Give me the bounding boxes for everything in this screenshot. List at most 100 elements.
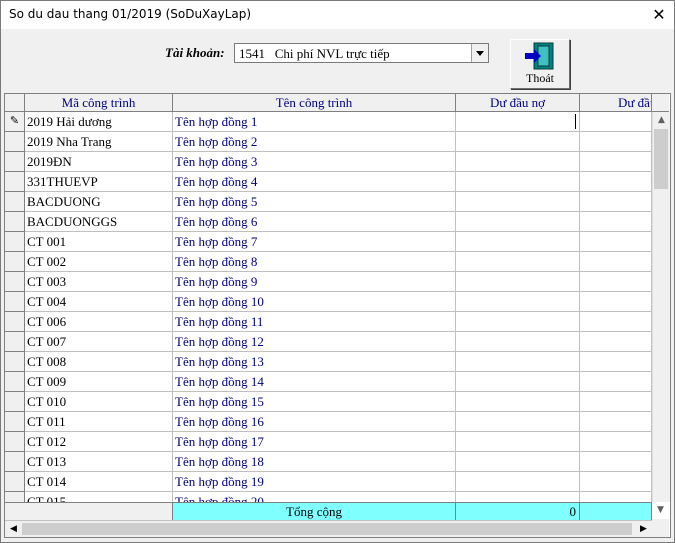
cell-credit[interactable]	[580, 472, 652, 492]
cell-debit[interactable]	[456, 112, 580, 132]
cell-code[interactable]: CT 002	[25, 252, 173, 272]
cell-code[interactable]: CT 006	[25, 312, 173, 332]
chevron-down-icon[interactable]	[471, 44, 488, 62]
cell-name[interactable]: Tên hợp đồng 16	[173, 412, 456, 432]
scroll-right-icon[interactable]: ▶	[635, 521, 652, 537]
cell-code[interactable]: BACDUONGGS	[25, 212, 173, 232]
row-selector[interactable]	[5, 412, 25, 432]
cell-code[interactable]: CT 012	[25, 432, 173, 452]
cell-credit[interactable]	[580, 272, 652, 292]
cell-debit[interactable]	[456, 432, 580, 452]
cell-name[interactable]: Tên hợp đồng 19	[173, 472, 456, 492]
scroll-down-icon[interactable]: ▼	[652, 502, 669, 519]
row-edit-indicator[interactable]: ✎	[5, 112, 25, 132]
table-row[interactable]: CT 003 Tên hợp đồng 9	[5, 272, 652, 292]
cell-code[interactable]: CT 001	[25, 232, 173, 252]
cell-credit[interactable]	[580, 432, 652, 452]
row-selector[interactable]	[5, 172, 25, 192]
cell-code[interactable]: CT 009	[25, 372, 173, 392]
cell-name[interactable]: Tên hợp đồng 6	[173, 212, 456, 232]
cell-debit[interactable]	[456, 152, 580, 172]
cell-credit[interactable]	[580, 112, 652, 132]
cell-debit[interactable]	[456, 372, 580, 392]
cell-code[interactable]: CT 004	[25, 292, 173, 312]
scroll-up-icon[interactable]: ▲	[653, 112, 670, 129]
row-selector[interactable]	[5, 212, 25, 232]
row-selector[interactable]	[5, 352, 25, 372]
cell-name[interactable]: Tên hợp đồng 9	[173, 272, 456, 292]
cell-code[interactable]: 2019 Hải dương	[25, 112, 173, 132]
cell-name[interactable]: Tên hợp đồng 14	[173, 372, 456, 392]
cell-credit[interactable]	[580, 372, 652, 392]
column-header-name[interactable]: Tên công trình	[173, 94, 456, 112]
table-row[interactable]: ✎ 2019 Hải dương Tên hợp đồng 1	[5, 112, 652, 132]
cell-debit[interactable]	[456, 352, 580, 372]
row-selector[interactable]	[5, 312, 25, 332]
cell-credit[interactable]	[580, 412, 652, 432]
row-selector[interactable]	[5, 192, 25, 212]
cell-code[interactable]: CT 008	[25, 352, 173, 372]
row-selector[interactable]	[5, 392, 25, 412]
cell-name[interactable]: Tên hợp đồng 11	[173, 312, 456, 332]
cell-credit[interactable]	[580, 332, 652, 352]
table-row[interactable]: CT 002 Tên hợp đồng 8	[5, 252, 652, 272]
cell-debit[interactable]	[456, 132, 580, 152]
cell-name[interactable]: Tên hợp đồng 2	[173, 132, 456, 152]
cell-name[interactable]: Tên hợp đồng 5	[173, 192, 456, 212]
cell-credit[interactable]	[580, 392, 652, 412]
cell-code[interactable]: CT 007	[25, 332, 173, 352]
cell-code[interactable]: 331THUEVP	[25, 172, 173, 192]
cell-debit[interactable]	[456, 252, 580, 272]
table-row[interactable]: 331THUEVP Tên hợp đồng 4	[5, 172, 652, 192]
table-row[interactable]: CT 012 Tên hợp đồng 17	[5, 432, 652, 452]
column-header-debit[interactable]: Dư đầu nợ	[456, 94, 580, 112]
cell-name[interactable]: Tên hợp đồng 4	[173, 172, 456, 192]
cell-credit[interactable]	[580, 192, 652, 212]
row-selector[interactable]	[5, 272, 25, 292]
close-icon[interactable]: ✕	[644, 1, 674, 29]
row-selector[interactable]	[5, 472, 25, 492]
cell-credit[interactable]	[580, 172, 652, 192]
table-row[interactable]: CT 014 Tên hợp đồng 19	[5, 472, 652, 492]
cell-credit[interactable]	[580, 152, 652, 172]
row-selector[interactable]	[5, 432, 25, 452]
table-row[interactable]: CT 001 Tên hợp đồng 7	[5, 232, 652, 252]
cell-debit[interactable]	[456, 392, 580, 412]
cell-credit[interactable]	[580, 232, 652, 252]
cell-name[interactable]: Tên hợp đồng 1	[173, 112, 456, 132]
cell-code[interactable]: BACDUONG	[25, 192, 173, 212]
cell-name[interactable]: Tên hợp đồng 10	[173, 292, 456, 312]
table-row[interactable]: BACDUONGGS Tên hợp đồng 6	[5, 212, 652, 232]
cell-debit[interactable]	[456, 212, 580, 232]
row-selector[interactable]	[5, 372, 25, 392]
cell-name[interactable]: Tên hợp đồng 13	[173, 352, 456, 372]
row-selector[interactable]	[5, 152, 25, 172]
cell-code[interactable]: 2019 Nha Trang	[25, 132, 173, 152]
column-header-credit[interactable]: Dư đầu	[580, 94, 652, 112]
cell-debit[interactable]	[456, 312, 580, 332]
cell-credit[interactable]	[580, 312, 652, 332]
cell-debit[interactable]	[456, 452, 580, 472]
cell-debit[interactable]	[456, 232, 580, 252]
table-row[interactable]: CT 009 Tên hợp đồng 14	[5, 372, 652, 392]
cell-name[interactable]: Tên hợp đồng 15	[173, 392, 456, 412]
row-selector[interactable]	[5, 292, 25, 312]
cell-credit[interactable]	[580, 252, 652, 272]
table-row[interactable]: BACDUONG Tên hợp đồng 5	[5, 192, 652, 212]
cell-name[interactable]: Tên hợp đồng 8	[173, 252, 456, 272]
cell-code[interactable]: CT 013	[25, 452, 173, 472]
cell-name[interactable]: Tên hợp đồng 3	[173, 152, 456, 172]
row-selector[interactable]	[5, 332, 25, 352]
exit-button[interactable]: Thoát	[510, 39, 570, 89]
cell-name[interactable]: Tên hợp đồng 12	[173, 332, 456, 352]
row-selector[interactable]	[5, 252, 25, 272]
cell-name[interactable]: Tên hợp đồng 18	[173, 452, 456, 472]
row-selector[interactable]	[5, 452, 25, 472]
cell-code[interactable]: CT 011	[25, 412, 173, 432]
table-row[interactable]: CT 004 Tên hợp đồng 10	[5, 292, 652, 312]
cell-credit[interactable]	[580, 212, 652, 232]
table-row[interactable]: CT 006 Tên hợp đồng 11	[5, 312, 652, 332]
cell-debit[interactable]	[456, 172, 580, 192]
horizontal-scrollbar[interactable]: ◀ ▶	[5, 520, 652, 537]
cell-code[interactable]: CT 014	[25, 472, 173, 492]
